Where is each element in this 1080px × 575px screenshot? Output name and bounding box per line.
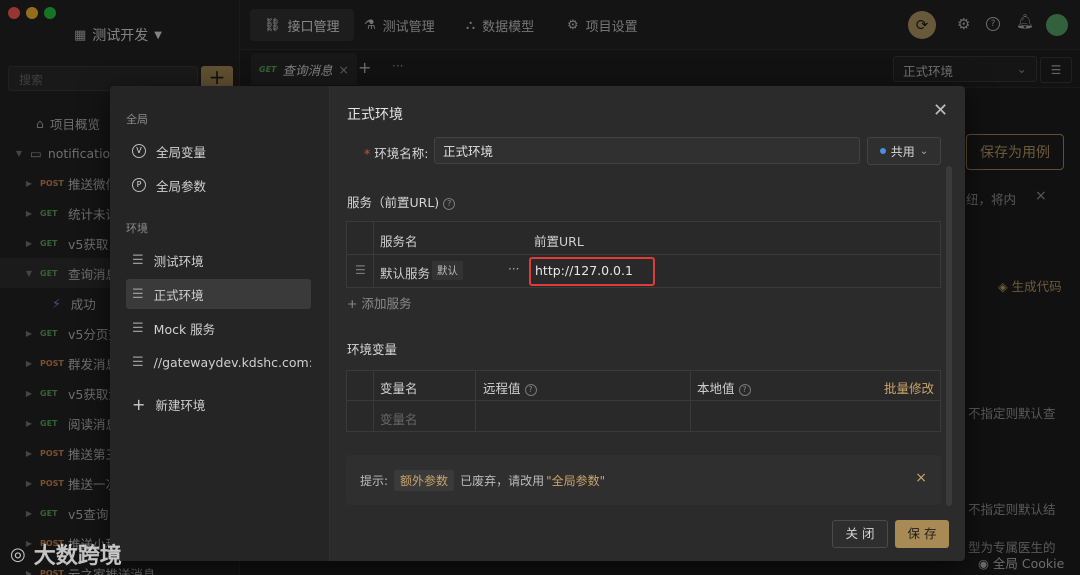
share-label: 共用 bbox=[890, 144, 915, 159]
drag-handle-icon[interactable]: ☰ bbox=[132, 355, 144, 370]
column-divider bbox=[475, 371, 476, 431]
status-dot bbox=[879, 148, 886, 154]
services-title: 服务（前置URL) bbox=[347, 195, 440, 210]
watermark-text: 大数跨境 bbox=[33, 544, 122, 569]
cancel-button[interactable]: 关 闭 bbox=[832, 520, 888, 548]
nav-item-label: //gatewaydev.kdshc.com:... bbox=[153, 354, 311, 370]
column-divider bbox=[690, 371, 691, 431]
service-name: 默认服务 bbox=[380, 266, 431, 281]
url-highlight-box bbox=[529, 257, 655, 286]
column-header-var-name: 变量名 bbox=[380, 381, 418, 396]
drag-handle-icon[interactable]: ☰ bbox=[132, 321, 144, 336]
logo-icon: ◎ bbox=[10, 543, 26, 565]
column-header-local-value: 本地值? bbox=[697, 378, 751, 397]
environment-nav: 全局 V 全局变量 P 全局参数 环境 ☰ 测试环境 ☰ 正式环境 ☰ Mock… bbox=[110, 86, 330, 561]
required-mark: * bbox=[364, 146, 371, 161]
variable-icon: V bbox=[132, 144, 146, 158]
env-name-label-text: 环境名称: bbox=[374, 146, 429, 161]
nav-item-env-test[interactable]: ☰ 测试环境 bbox=[126, 245, 311, 275]
add-service-button[interactable]: + 添加服务 bbox=[347, 293, 411, 312]
column-header-service-name: 服务名 bbox=[380, 234, 418, 249]
scrollbar[interactable] bbox=[946, 166, 952, 506]
column-divider bbox=[373, 371, 374, 431]
help-icon[interactable]: ? bbox=[738, 383, 751, 396]
env-name-label: * 环境名称: bbox=[364, 143, 428, 162]
more-icon[interactable]: ··· bbox=[508, 262, 519, 276]
tip-prefix: 提示: bbox=[360, 473, 389, 488]
help-icon[interactable]: ? bbox=[524, 383, 537, 396]
nav-item-label: Mock 服务 bbox=[153, 321, 216, 337]
table-header bbox=[347, 222, 940, 255]
table-header bbox=[347, 371, 940, 401]
column-header-remote-value: 远程值? bbox=[483, 378, 537, 397]
close-icon[interactable]: × bbox=[915, 470, 927, 486]
tip-text: 已废弃，请改用 bbox=[460, 473, 545, 488]
var-name-input[interactable]: 变量名 bbox=[380, 409, 418, 428]
nav-item-global-variables[interactable]: V 全局变量 bbox=[126, 136, 311, 166]
watermark-logo: ◎ 大数跨境 bbox=[10, 538, 122, 570]
save-button[interactable]: 保 存 bbox=[895, 520, 949, 548]
plus-icon: + bbox=[132, 394, 146, 414]
nav-item-env-production[interactable]: ☰ 正式环境 bbox=[126, 279, 311, 309]
chevron-down-icon: ⌄ bbox=[919, 145, 929, 157]
drag-handle-icon[interactable]: ☰ bbox=[355, 263, 366, 277]
services-section-title: 服务（前置URL)? bbox=[347, 192, 456, 211]
column-header-text: 本地值 bbox=[697, 381, 735, 396]
help-icon[interactable]: ? bbox=[443, 197, 456, 210]
nav-item-label: 全局变量 bbox=[156, 144, 207, 160]
add-service-label: 添加服务 bbox=[361, 296, 412, 311]
nav-item-env-gateway[interactable]: ☰ //gatewaydev.kdshc.com:... bbox=[126, 347, 311, 377]
variables-table: 变量名 远程值? 本地值? 批量修改 变量名 bbox=[346, 370, 941, 432]
extra-params-tag: 额外参数 bbox=[394, 469, 455, 491]
variables-section-title: 环境变量 bbox=[347, 342, 398, 357]
environment-modal: 全局 V 全局变量 P 全局参数 环境 ☰ 测试环境 ☰ 正式环境 ☰ Mock… bbox=[110, 86, 965, 561]
modal-title: 正式环境 bbox=[347, 107, 403, 123]
batch-edit-button[interactable]: 批量修改 bbox=[884, 378, 934, 397]
new-environment-button[interactable]: + 新建环境 bbox=[126, 389, 311, 419]
column-header-base-url: 前置URL bbox=[534, 234, 584, 249]
parameter-icon: P bbox=[132, 178, 146, 192]
nav-item-env-mock[interactable]: ☰ Mock 服务 bbox=[126, 313, 311, 343]
deprecation-tip: 提示: 额外参数 已废弃，请改用 "全局参数" × bbox=[346, 455, 941, 505]
env-name-input[interactable] bbox=[434, 137, 860, 164]
default-badge: 默认 bbox=[432, 261, 463, 280]
nav-item-label: 全局参数 bbox=[156, 178, 207, 194]
close-icon[interactable]: ✕ bbox=[933, 100, 948, 121]
drag-handle-icon[interactable]: ☰ bbox=[132, 287, 144, 302]
drag-handle-icon[interactable]: ☰ bbox=[132, 253, 144, 268]
nav-item-label: 测试环境 bbox=[153, 253, 204, 269]
nav-section-environments: 环境 bbox=[126, 222, 148, 235]
plus-icon: + bbox=[347, 296, 358, 311]
nav-item-label: 正式环境 bbox=[153, 287, 204, 303]
global-params-link[interactable]: "全局参数" bbox=[546, 472, 605, 489]
column-divider bbox=[373, 222, 374, 287]
new-environment-label: 新建环境 bbox=[155, 397, 206, 413]
nav-item-global-params[interactable]: P 全局参数 bbox=[126, 170, 311, 200]
share-scope-select[interactable]: 共用 ⌄ bbox=[867, 137, 941, 165]
column-header-text: 远程值 bbox=[483, 381, 521, 396]
nav-section-global: 全局 bbox=[126, 113, 148, 126]
